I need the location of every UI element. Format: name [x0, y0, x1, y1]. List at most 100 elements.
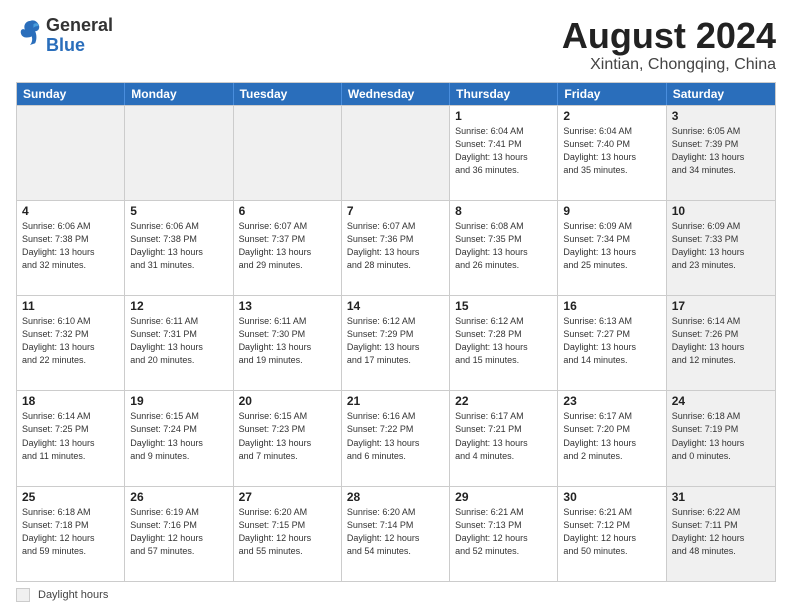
- day-number: 27: [239, 490, 336, 504]
- table-row: 27 Sunrise: 6:20 AM Sunset: 7:15 PM Dayli…: [234, 487, 342, 581]
- calendar-header: SundayMondayTuesdayWednesdayThursdayFrid…: [17, 83, 775, 105]
- title-block: August 2024 Xintian, Chongqing, China: [562, 16, 776, 74]
- table-row: 22 Sunrise: 6:17 AM Sunset: 7:21 PM Dayli…: [450, 391, 558, 485]
- day-number: 29: [455, 490, 552, 504]
- day-number: 10: [672, 204, 770, 218]
- day-details: Sunrise: 6:18 AM Sunset: 7:19 PM Dayligh…: [672, 410, 770, 462]
- day-number: 20: [239, 394, 336, 408]
- page: General Blue August 2024 Xintian, Chongq…: [0, 0, 792, 612]
- day-number: 25: [22, 490, 119, 504]
- calendar-week: 11Sunrise: 6:10 AM Sunset: 7:32 PM Dayli…: [17, 295, 775, 390]
- day-details: Sunrise: 6:11 AM Sunset: 7:30 PM Dayligh…: [239, 315, 336, 367]
- day-number: 26: [130, 490, 227, 504]
- day-number: 4: [22, 204, 119, 218]
- calendar-header-cell: Saturday: [667, 83, 775, 105]
- legend-box: [16, 588, 30, 602]
- table-row: 28Sunrise: 6:20 AM Sunset: 7:14 PM Dayli…: [342, 487, 450, 581]
- title-location: Xintian, Chongqing, China: [562, 56, 776, 74]
- table-row: 9 Sunrise: 6:09 AM Sunset: 7:34 PM Daylig…: [558, 201, 666, 295]
- table-row: [342, 106, 450, 200]
- day-details: Sunrise: 6:12 AM Sunset: 7:29 PM Dayligh…: [347, 315, 444, 367]
- day-number: 6: [239, 204, 336, 218]
- calendar-week: 4Sunrise: 6:06 AM Sunset: 7:38 PM Daylig…: [17, 200, 775, 295]
- day-details: Sunrise: 6:14 AM Sunset: 7:26 PM Dayligh…: [672, 315, 770, 367]
- calendar-body: 1 Sunrise: 6:04 AM Sunset: 7:41 PM Daylig…: [17, 105, 775, 581]
- table-row: 8 Sunrise: 6:08 AM Sunset: 7:35 PM Daylig…: [450, 201, 558, 295]
- table-row: 11Sunrise: 6:10 AM Sunset: 7:32 PM Dayli…: [17, 296, 125, 390]
- calendar-week: 25 Sunrise: 6:18 AM Sunset: 7:18 PM Dayli…: [17, 486, 775, 581]
- calendar-week: 1 Sunrise: 6:04 AM Sunset: 7:41 PM Daylig…: [17, 105, 775, 200]
- table-row: 10 Sunrise: 6:09 AM Sunset: 7:33 PM Dayli…: [667, 201, 775, 295]
- table-row: 18 Sunrise: 6:14 AM Sunset: 7:25 PM Dayli…: [17, 391, 125, 485]
- day-details: Sunrise: 6:16 AM Sunset: 7:22 PM Dayligh…: [347, 410, 444, 462]
- table-row: 29 Sunrise: 6:21 AM Sunset: 7:13 PM Dayli…: [450, 487, 558, 581]
- day-number: 9: [563, 204, 660, 218]
- day-details: Sunrise: 6:18 AM Sunset: 7:18 PM Dayligh…: [22, 506, 119, 558]
- day-details: Sunrise: 6:17 AM Sunset: 7:20 PM Dayligh…: [563, 410, 660, 462]
- day-details: Sunrise: 6:04 AM Sunset: 7:40 PM Dayligh…: [563, 125, 660, 177]
- day-number: 22: [455, 394, 552, 408]
- table-row: 12 Sunrise: 6:11 AM Sunset: 7:31 PM Dayli…: [125, 296, 233, 390]
- day-details: Sunrise: 6:07 AM Sunset: 7:37 PM Dayligh…: [239, 220, 336, 272]
- day-details: Sunrise: 6:19 AM Sunset: 7:16 PM Dayligh…: [130, 506, 227, 558]
- legend-label: Daylight hours: [38, 589, 108, 601]
- day-details: Sunrise: 6:22 AM Sunset: 7:11 PM Dayligh…: [672, 506, 770, 558]
- table-row: [17, 106, 125, 200]
- day-details: Sunrise: 6:17 AM Sunset: 7:21 PM Dayligh…: [455, 410, 552, 462]
- day-details: Sunrise: 6:15 AM Sunset: 7:24 PM Dayligh…: [130, 410, 227, 462]
- day-number: 5: [130, 204, 227, 218]
- day-number: 21: [347, 394, 444, 408]
- logo-bird-icon: [18, 19, 42, 47]
- table-row: 5Sunrise: 6:06 AM Sunset: 7:38 PM Daylig…: [125, 201, 233, 295]
- day-number: 18: [22, 394, 119, 408]
- day-number: 17: [672, 299, 770, 313]
- day-details: Sunrise: 6:09 AM Sunset: 7:34 PM Dayligh…: [563, 220, 660, 272]
- day-details: Sunrise: 6:08 AM Sunset: 7:35 PM Dayligh…: [455, 220, 552, 272]
- table-row: 31 Sunrise: 6:22 AM Sunset: 7:11 PM Dayli…: [667, 487, 775, 581]
- day-number: 16: [563, 299, 660, 313]
- day-details: Sunrise: 6:14 AM Sunset: 7:25 PM Dayligh…: [22, 410, 119, 462]
- calendar-header-cell: Thursday: [450, 83, 558, 105]
- day-number: 1: [455, 109, 552, 123]
- table-row: 30Sunrise: 6:21 AM Sunset: 7:12 PM Dayli…: [558, 487, 666, 581]
- table-row: [234, 106, 342, 200]
- day-number: 15: [455, 299, 552, 313]
- day-number: 24: [672, 394, 770, 408]
- day-number: 31: [672, 490, 770, 504]
- day-number: 23: [563, 394, 660, 408]
- calendar-header-cell: Monday: [125, 83, 233, 105]
- day-number: 12: [130, 299, 227, 313]
- table-row: 19 Sunrise: 6:15 AM Sunset: 7:24 PM Dayli…: [125, 391, 233, 485]
- day-number: 19: [130, 394, 227, 408]
- table-row: 15 Sunrise: 6:12 AM Sunset: 7:28 PM Dayli…: [450, 296, 558, 390]
- calendar-header-cell: Friday: [558, 83, 666, 105]
- day-details: Sunrise: 6:11 AM Sunset: 7:31 PM Dayligh…: [130, 315, 227, 367]
- table-row: 13 Sunrise: 6:11 AM Sunset: 7:30 PM Dayli…: [234, 296, 342, 390]
- day-number: 7: [347, 204, 444, 218]
- table-row: 20Sunrise: 6:15 AM Sunset: 7:23 PM Dayli…: [234, 391, 342, 485]
- calendar-week: 18 Sunrise: 6:14 AM Sunset: 7:25 PM Dayli…: [17, 390, 775, 485]
- logo: General Blue: [16, 16, 113, 56]
- table-row: 16Sunrise: 6:13 AM Sunset: 7:27 PM Dayli…: [558, 296, 666, 390]
- day-number: 8: [455, 204, 552, 218]
- table-row: 1 Sunrise: 6:04 AM Sunset: 7:41 PM Daylig…: [450, 106, 558, 200]
- header: General Blue August 2024 Xintian, Chongq…: [16, 16, 776, 74]
- day-details: Sunrise: 6:04 AM Sunset: 7:41 PM Dayligh…: [455, 125, 552, 177]
- day-details: Sunrise: 6:20 AM Sunset: 7:15 PM Dayligh…: [239, 506, 336, 558]
- table-row: [125, 106, 233, 200]
- day-details: Sunrise: 6:09 AM Sunset: 7:33 PM Dayligh…: [672, 220, 770, 272]
- logo-blue-text: Blue: [46, 35, 85, 55]
- table-row: 21 Sunrise: 6:16 AM Sunset: 7:22 PM Dayli…: [342, 391, 450, 485]
- table-row: 2 Sunrise: 6:04 AM Sunset: 7:40 PM Daylig…: [558, 106, 666, 200]
- logo-general-text: General: [46, 15, 113, 35]
- day-number: 3: [672, 109, 770, 123]
- day-details: Sunrise: 6:05 AM Sunset: 7:39 PM Dayligh…: [672, 125, 770, 177]
- calendar-header-cell: Tuesday: [234, 83, 342, 105]
- day-details: Sunrise: 6:21 AM Sunset: 7:12 PM Dayligh…: [563, 506, 660, 558]
- day-details: Sunrise: 6:21 AM Sunset: 7:13 PM Dayligh…: [455, 506, 552, 558]
- day-number: 13: [239, 299, 336, 313]
- title-month: August 2024: [562, 16, 776, 56]
- day-number: 2: [563, 109, 660, 123]
- day-details: Sunrise: 6:12 AM Sunset: 7:28 PM Dayligh…: [455, 315, 552, 367]
- table-row: 14Sunrise: 6:12 AM Sunset: 7:29 PM Dayli…: [342, 296, 450, 390]
